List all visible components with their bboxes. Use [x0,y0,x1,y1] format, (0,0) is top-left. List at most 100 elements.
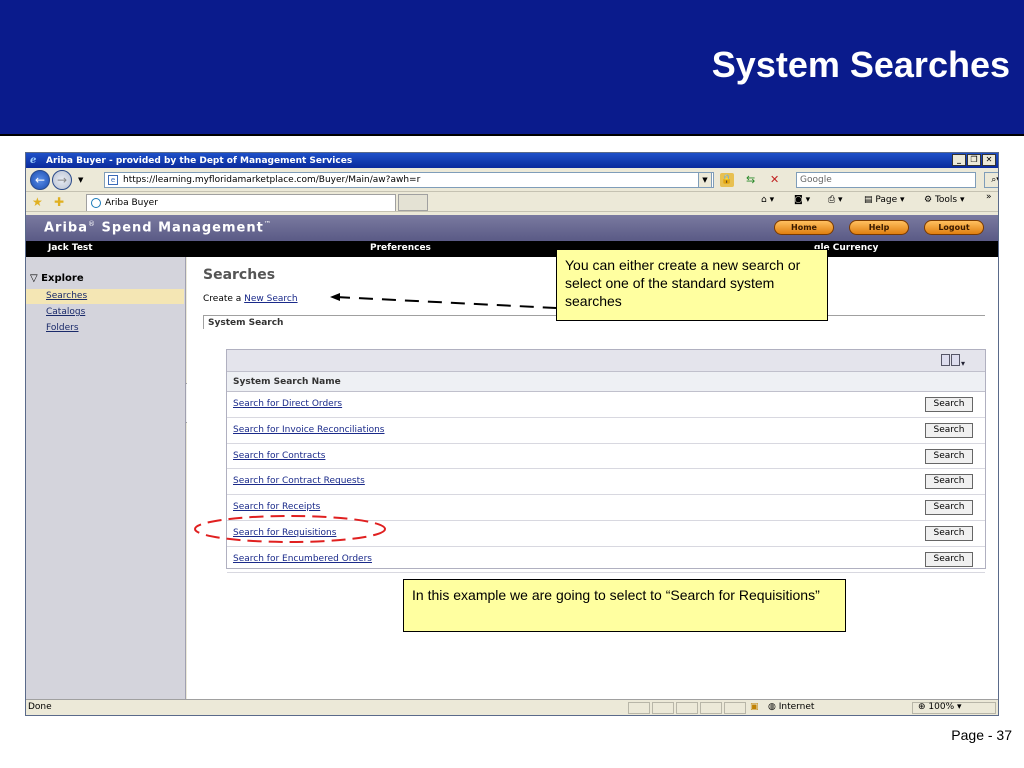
search-go-icon[interactable]: ⌕▾ [984,172,998,188]
protected-mode-icon[interactable]: ▣ [750,702,759,712]
feeds-icon[interactable]: ◙ ▾ [794,195,810,205]
status-bar: Done ▣ ◍ Internet ⊕ 100% ▾ [26,699,998,715]
back-button[interactable]: ← [30,169,50,190]
restore-button[interactable]: ❐ [967,154,981,166]
sidebar-item-catalogs[interactable]: Catalogs [26,305,184,320]
main-content: Searches Create a New Search System Sear… [187,257,998,699]
page-title: Searches [203,267,276,283]
table-options-icon[interactable]: ▾ [941,354,981,368]
sidebar-explore-heading[interactable]: ▽ Explore [30,273,84,284]
page-number: Page - 37 [951,727,1012,743]
search-button[interactable]: Search [925,500,973,516]
sidebar: ▽ Explore Searches Catalogs Folders [26,257,186,699]
status-text: Done [28,702,52,712]
nav-preferences[interactable]: Preferences [370,243,431,253]
home-icon[interactable]: ⌂ ▾ [761,195,774,205]
tab-title: Ariba Buyer [105,198,158,208]
minimize-button[interactable]: _ [952,154,966,166]
search-button[interactable]: Search [925,525,973,541]
ariba-navbar: Jack Test Preferences gle Currency [26,241,998,257]
window-title: Ariba Buyer - provided by the Dept of Ma… [46,155,353,166]
status-segment [724,702,746,714]
status-segment [628,702,650,714]
logout-button[interactable]: Logout [924,220,984,235]
tab-toolbar: ★ ✚ Ariba Buyer ⌂ ▾ ◙ ▾ ⎙ ▾ ▤ Page ▾ ⚙ T… [26,192,998,212]
address-input[interactable]: e https://learning.myfloridamarketplace.… [104,172,714,188]
search-input[interactable]: Google [796,172,976,188]
search-button[interactable]: Search [925,551,973,567]
internet-zone[interactable]: ◍ Internet [768,702,814,712]
ie-logo-icon: e [30,155,37,166]
tab-ariba-buyer[interactable]: Ariba Buyer [86,194,396,211]
slide-title: System Searches [711,44,1010,85]
search-button[interactable]: Search [925,448,973,464]
page-menu-label: Page [875,195,898,205]
tab-page-icon [91,198,101,208]
status-segment [700,702,722,714]
ariba-logo: Ariba® Spend Management™ [44,220,272,235]
browser-titlebar: e Ariba Buyer - provided by the Dept of … [26,153,998,168]
zoom-label: 100% [928,702,955,712]
logo-text: Ariba [44,220,89,236]
overflow-chevron-icon[interactable]: » [986,192,992,202]
tools-menu[interactable]: ⚙ Tools ▾ [924,195,965,205]
refresh-icon[interactable]: ⇆ [746,173,764,187]
search-link[interactable]: Search for Contracts [233,451,325,461]
stop-icon[interactable]: ✕ [770,173,786,187]
table-row: Search for Direct Orders Search [227,392,985,418]
history-dropdown-icon[interactable]: ▼ [78,176,83,184]
print-icon[interactable]: ⎙ ▾ [828,195,843,205]
logo-rest: Spend Management [96,220,264,236]
lock-icon[interactable]: 🔒 [720,173,734,187]
search-link[interactable]: Search for Receipts [233,502,320,512]
search-link[interactable]: Search for Direct Orders [233,399,342,409]
table-row: Search for Contract Requests Search [227,469,985,496]
search-button[interactable]: Search [925,397,973,412]
search-link[interactable]: Search for Requisitions [233,528,336,538]
callout-bottom: In this example we are going to select t… [403,579,846,632]
page-icon: e [108,175,118,185]
tools-menu-label: Tools [934,195,958,205]
add-favorite-icon[interactable]: ✚ [54,195,64,209]
zone-label: Internet [778,702,815,712]
sidebar-item-searches[interactable]: Searches [26,289,184,304]
search-button[interactable]: Search [925,422,973,438]
slide-header: System Searches [0,0,1024,136]
status-segment [676,702,698,714]
table-row: Search for Receipts Search [227,495,985,521]
favorites-star-icon[interactable]: ★ [32,195,43,209]
ariba-header: Ariba® Spend Management™ Home Help Logou… [26,215,998,241]
search-link[interactable]: Search for Encumbered Orders [233,554,372,564]
search-link[interactable]: Search for Contract Requests [233,476,365,486]
address-text: https://learning.myfloridamarketplace.co… [123,175,421,185]
system-search-table: ▾ System Search Name Search for Direct O… [226,349,986,573]
close-button[interactable]: ✕ [982,154,996,166]
search-link[interactable]: Search for Invoice Reconciliations [233,425,385,435]
new-search-link[interactable]: New Search [244,294,297,304]
new-tab-button[interactable] [398,194,428,211]
explore-label: Explore [41,273,84,284]
column-header: System Search Name [227,372,985,392]
slide: System Searches e Ariba Buyer - provided… [0,0,1024,768]
logo-tm: ™ [263,220,272,228]
zoom-level[interactable]: ⊕ 100% ▾ [918,702,962,712]
table-row: Search for Contracts Search [227,444,985,470]
table-row: Search for Encumbered Orders Search [227,547,985,573]
address-toolbar: ← → ▼ e https://learning.myfloridamarket… [26,168,998,192]
page-menu[interactable]: ▤ Page ▾ [864,195,905,205]
home-button[interactable]: Home [774,220,834,235]
status-segment [652,702,674,714]
address-dropdown-icon[interactable]: ▼ [698,172,712,188]
table-toolbar: ▾ [227,350,985,372]
search-button[interactable]: Search [925,474,973,490]
forward-button[interactable]: → [52,169,72,190]
help-button[interactable]: Help [849,220,909,235]
callout-top: You can either create a new search or se… [556,249,828,321]
user-name: Jack Test [48,243,93,253]
table-row: Search for Invoice Reconciliations Search [227,418,985,444]
table-row: Search for Requisitions Search [227,521,985,547]
create-prefix: Create a [203,294,245,304]
create-search-line: Create a New Search [203,294,298,304]
sidebar-item-folders[interactable]: Folders [26,321,184,336]
logo-reg: ® [88,220,97,228]
